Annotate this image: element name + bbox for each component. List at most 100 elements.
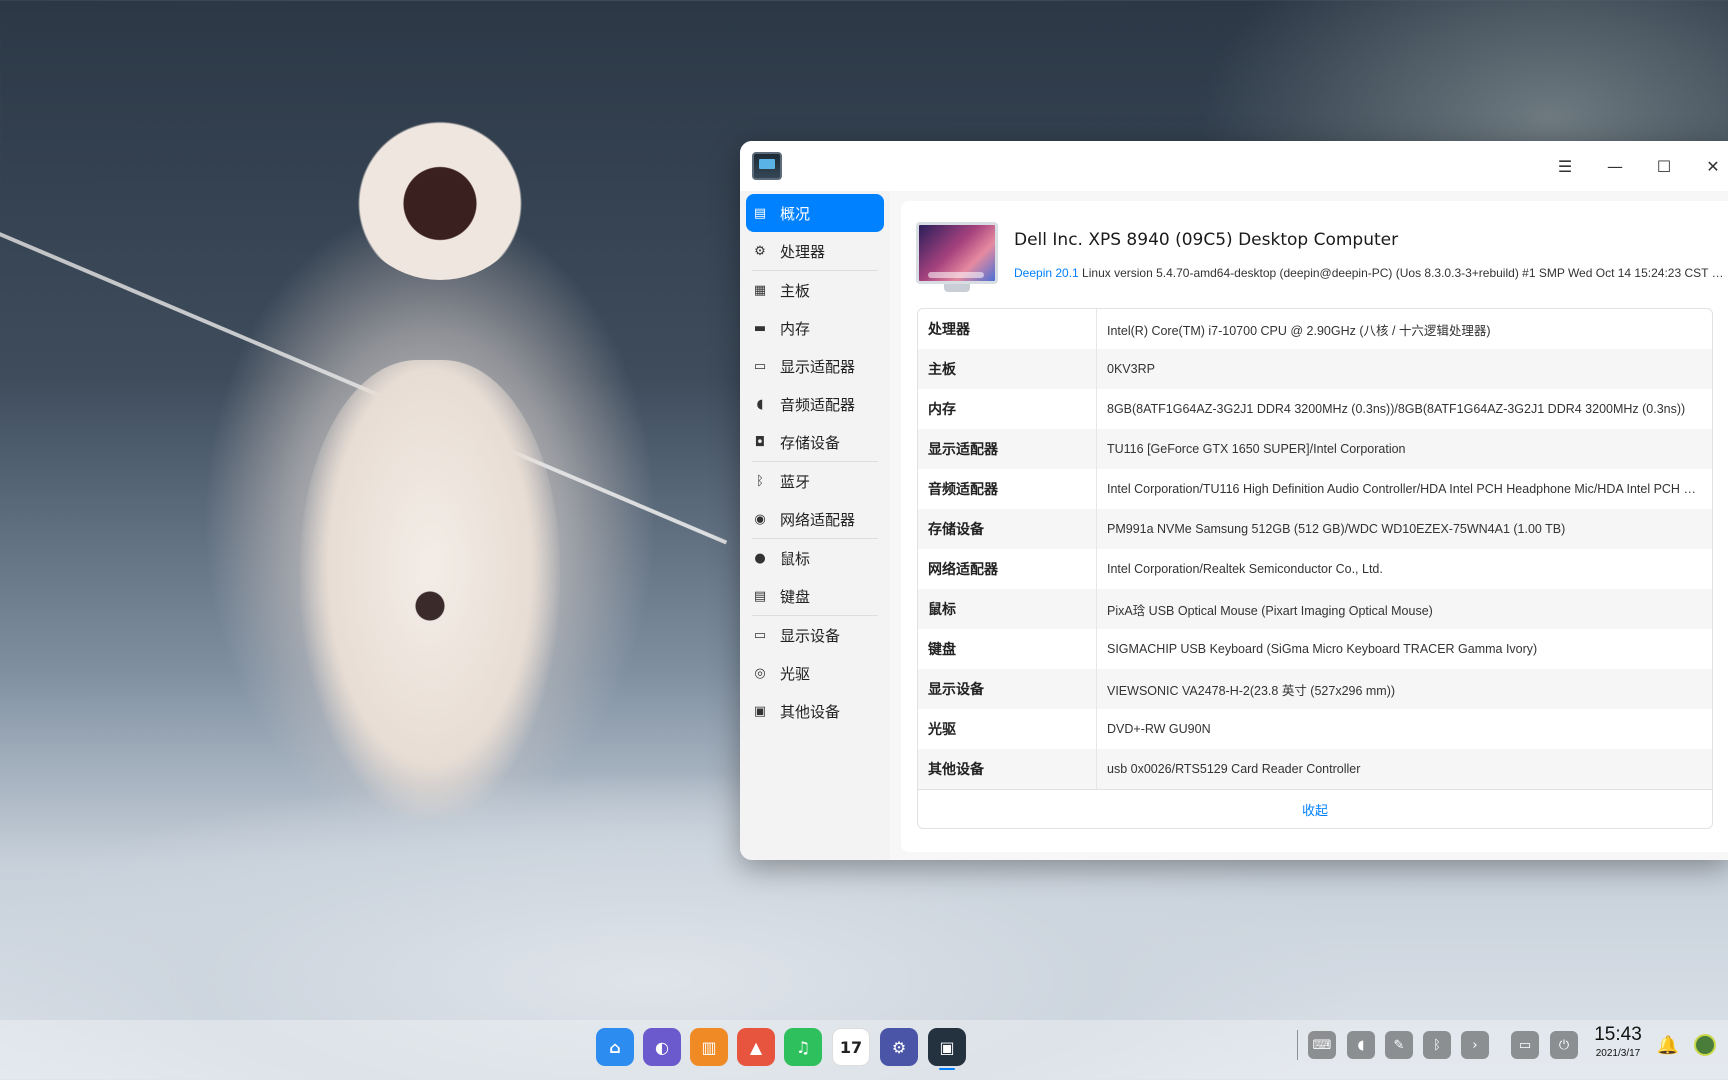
table-row: 音频适配器 Intel Corporation/TU116 High Defini… [918,469,1712,509]
row-key: 鼠标 [918,589,1097,629]
sidebar-item-memory[interactable]: ▬ 内存 [746,309,884,347]
row-key: 其他设备 [918,749,1097,789]
sidebar-item-label: 网络适配器 [780,510,856,529]
computer-model-title: Dell Inc. XPS 8940 (09C5) Desktop Comput… [1014,230,1399,250]
table-row: 其他设备 usb 0x0026/RTS5129 Card Reader Contr… [918,749,1712,789]
table-row: 内存 8GB(8ATF1G64AZ-3G2J1 DDR4 3200MHz (0.3… [918,389,1712,429]
table-row: 光驱 DVD+-RW GU90N [918,709,1712,749]
table-row: 鼠标 PixA琀 USB Optical Mouse (Pixart Imagin… [918,589,1712,629]
sidebar-item-overview[interactable]: ▤ 概况 [746,194,884,232]
device-manager-icon[interactable]: ▣ [928,1028,966,1066]
bluetooth-icon[interactable]: ᛒ [1423,1031,1451,1059]
monitor-icon: ▭ [753,627,767,643]
optical-drive-icon: ◎ [754,665,766,681]
sidebar-item-label: 主板 [780,281,811,300]
sidebar-item-label: 音频适配器 [780,395,856,414]
image-viewer-icon[interactable]: ▲ [737,1028,775,1066]
hardware-summary-table: 处理器 Intel(R) Core(TM) i7-10700 CPU @ 2.90… [917,308,1713,829]
notification-bell-icon[interactable]: 🔔 [1656,1032,1680,1058]
menu-button[interactable]: ☰ [1545,149,1585,183]
power-icon[interactable]: ⏻ [1550,1031,1578,1059]
keyboard-layout-icon[interactable]: ⌨ [1308,1031,1336,1059]
sidebar-item-label: 蓝牙 [780,472,811,491]
sidebar-item-cpu[interactable]: ⚙ 处理器 [746,232,884,270]
volume-icon[interactable]: ◖ [1347,1031,1375,1059]
browser-icon[interactable]: ◐ [643,1028,681,1066]
row-key: 主板 [918,349,1097,389]
row-value: TU116 [GeForce GTX 1650 SUPER]/Intel Cor… [1107,442,1406,456]
sidebar-item-mouse[interactable]: ● 鼠标 [746,539,884,577]
sidebar-item-label: 其他设备 [780,702,841,721]
sidebar-item-storage[interactable]: ◘ 存储设备 [746,423,884,461]
overview-panel: Dell Inc. XPS 8940 (09C5) Desktop Comput… [901,201,1728,852]
row-value: 0KV3RP [1107,362,1155,376]
clock-date[interactable]: 2021/3/17 [1590,1048,1646,1059]
table-row: 处理器 Intel(R) Core(TM) i7-10700 CPU @ 2.90… [918,309,1712,349]
launcher-icon[interactable]: ⌂ [596,1028,634,1066]
overview-icon: ▤ [753,205,767,221]
row-value: Intel Corporation/TU116 High Definition … [1107,482,1708,496]
maximize-button[interactable]: ☐ [1644,149,1684,183]
calendar-icon[interactable]: 17 [832,1028,870,1066]
row-key: 音频适配器 [918,469,1097,509]
sidebar-item-motherboard[interactable]: ▦ 主板 [746,271,884,309]
table-row: 显示适配器 TU116 [GeForce GTX 1650 SUPER]/Inte… [918,429,1712,469]
row-value: PixA琀 USB Optical Mouse (Pixart Imaging … [1107,603,1433,618]
row-value: 8GB(8ATF1G64AZ-3G2J1 DDR4 3200MHz (0.3ns… [1107,402,1686,416]
kernel-version: Linux version 5.4.70-amd64-desktop (deep… [1078,266,1724,280]
row-key: 键盘 [918,629,1097,669]
row-value: SIGMACHIP USB Keyboard (SiGma Micro Keyb… [1107,642,1538,656]
pen-icon[interactable]: ✎ [1385,1031,1413,1059]
sidebar-item-label: 概况 [780,204,811,223]
titlebar: ☰ — ☐ ✕ [740,141,1728,191]
multitask-view-icon[interactable]: ▭ [1511,1031,1539,1059]
memory-icon: ▬ [753,320,767,336]
sidebar-item-monitor[interactable]: ▭ 显示设备 [746,616,884,654]
sidebar-item-optical-drive[interactable]: ◎ 光驱 [746,654,884,692]
sidebar: ▤ 概况 ⚙ 处理器 ▦ 主板 ▬ 内存 ▭ 显示适配器 ◖ 音频适配器 ◘ 存储设备 ᛒ 蓝牙 ◉ 网络适配器 ●… [740,191,890,860]
close-button[interactable]: ✕ [1693,149,1728,183]
sidebar-item-network[interactable]: ◉ 网络适配器 [746,500,884,538]
sidebar-item-other-devices[interactable]: ▣ 其他设备 [746,692,884,730]
expand-arrow-icon[interactable]: › [1461,1031,1489,1059]
minimize-button[interactable]: — [1595,149,1635,183]
sidebar-item-display-adapter[interactable]: ▭ 显示适配器 [746,347,884,385]
row-value: PM991a NVMe Samsung 512GB (512 GB)/WDC W… [1107,522,1566,536]
control-center-icon[interactable]: ⚙ [880,1028,918,1066]
row-key: 网络适配器 [918,549,1097,589]
menu-icon: ☰ [1557,156,1573,176]
row-key: 存储设备 [918,509,1097,549]
sidebar-item-label: 存储设备 [780,433,841,452]
sidebar-item-label: 处理器 [780,242,826,261]
sidebar-item-keyboard[interactable]: ▤ 键盘 [746,577,884,615]
sidebar-item-label: 显示设备 [780,626,841,645]
wallpaper-character-hat [350,110,530,280]
table-row: 网络适配器 Intel Corporation/Realtek Semicondu… [918,549,1712,589]
tray-plugin-icon[interactable] [1694,1034,1716,1056]
collapse-button[interactable]: 收起 [918,789,1712,828]
bluetooth-icon: ᛒ [756,473,764,489]
os-info: Deepin 20.1 Linux version 5.4.70-amd64-d… [1014,266,1724,280]
display-adapter-icon: ▭ [753,358,767,374]
row-key: 内存 [918,389,1097,429]
active-app-indicator [939,1068,955,1070]
sidebar-item-label: 内存 [780,319,811,338]
sidebar-item-label: 光驱 [780,664,811,683]
row-key: 处理器 [918,309,1097,349]
sidebar-item-bluetooth[interactable]: ᛒ 蓝牙 [746,462,884,500]
table-row: 显示设备 VIEWSONIC VA2478-H-2(23.8 英寸 (527x29… [918,669,1712,709]
storage-icon: ◘ [754,434,766,450]
other-devices-icon: ▣ [753,703,767,719]
sidebar-item-audio[interactable]: ◖ 音频适配器 [746,385,884,423]
table-row: 存储设备 PM991a NVMe Samsung 512GB (512 GB)/W… [918,509,1712,549]
music-icon[interactable]: ♫ [784,1028,822,1066]
app-store-icon[interactable]: ▥ [690,1028,728,1066]
sidebar-item-label: 键盘 [780,587,811,606]
table-row: 键盘 SIGMACHIP USB Keyboard (SiGma Micro Ke… [918,629,1712,669]
computer-icon [916,222,998,296]
os-version-link[interactable]: Deepin 20.1 [1014,266,1079,280]
row-key: 显示设备 [918,669,1097,709]
device-manager-window: ☰ — ☐ ✕ ▤ 概况 ⚙ 处理器 ▦ 主板 ▬ 内存 ▭ 显示适配器 ◖ 音频适配器 ◘ 存储设备 ᛒ 蓝… [740,141,1728,860]
sidebar-item-label: 显示适配器 [780,357,856,376]
clock-time[interactable]: 15:43 [1590,1024,1646,1046]
